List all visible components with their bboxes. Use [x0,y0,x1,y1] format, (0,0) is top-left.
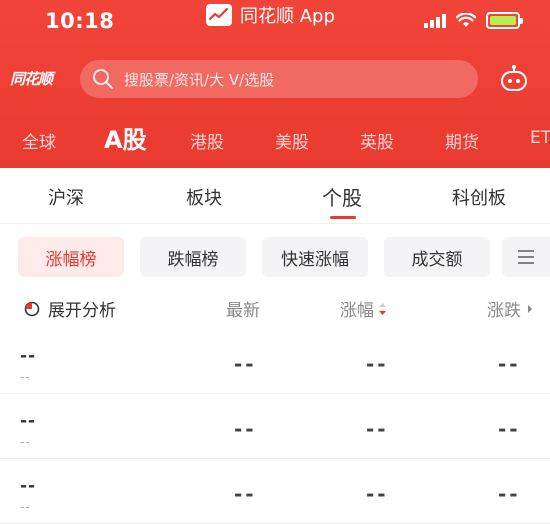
table-header: 展开分析 最新 涨幅 涨跌 [0,286,550,326]
sub-tabs: 沪深 板块 个股 科创板 [0,168,550,224]
chip-top-gainers[interactable]: 涨幅榜 [18,237,124,277]
stock-code: -- [20,370,31,384]
cellular-signal-icon [424,13,446,28]
more-filters-button[interactable] [502,237,550,277]
battery-icon [486,12,523,29]
change-pct-value: -- [366,417,389,441]
subtab-stocks[interactable]: 个股 [322,182,362,211]
app-header: 10:18 同花顺 App 同花顺 搜股票/资讯/大 V/选股 全球 A股 港股… [0,0,550,168]
search-icon [93,69,113,89]
expand-analysis-label: 展开分析 [48,301,116,321]
tab-a-shares[interactable]: A股 [104,120,147,155]
table-row[interactable]: -- -- -- -- -- [0,330,550,394]
search-placeholder: 搜股票/资讯/大 V/选股 [124,70,275,89]
table-row[interactable]: -- -- -- -- -- [0,460,550,524]
active-tab-indicator [330,216,356,219]
expand-analysis-toggle[interactable]: 展开分析 [24,296,116,321]
subtab-star-market[interactable]: 科创板 [452,184,506,210]
subtab-sectors[interactable]: 板块 [186,184,222,210]
latest-price: -- [234,352,257,376]
app-name: 同花顺 App [240,6,335,27]
chip-top-losers[interactable]: 跌幅榜 [140,237,246,277]
tab-global[interactable]: 全球 [22,128,56,153]
latest-price: -- [234,417,257,441]
sort-icon [379,302,386,315]
status-time: 10:18 [45,9,115,33]
chip-turnover[interactable]: 成交额 [384,237,490,277]
chip-fast-rise[interactable]: 快速涨幅 [262,237,368,277]
stock-name: -- [20,346,37,366]
tab-hk-shares[interactable]: 港股 [190,128,224,153]
column-change-label: 涨跌 [487,301,521,321]
subtab-hushen[interactable]: 沪深 [48,184,84,210]
chevron-right-icon [528,304,532,313]
tab-etf[interactable]: ET [530,128,550,148]
column-change[interactable]: 涨跌 [487,296,533,321]
column-change-pct[interactable]: 涨幅 [340,296,387,321]
column-change-pct-label: 涨幅 [340,301,374,321]
pie-chart-icon [24,301,40,316]
status-icons [424,12,523,29]
app-title-pill: 同花顺 App [206,2,335,28]
latest-price: -- [234,482,257,506]
change-pct-value: -- [366,482,389,506]
robot-assistant-icon[interactable] [500,64,528,94]
change-value: -- [498,417,521,441]
market-tabs: 全球 A股 港股 美股 英股 期货 ET [0,118,550,158]
search-input[interactable]: 搜股票/资讯/大 V/选股 [80,60,478,98]
table-row[interactable]: -- -- -- -- -- [0,395,550,459]
stock-name: -- [20,411,37,431]
app-logo-icon [206,4,232,26]
brand-logo: 同花顺 [10,70,53,88]
menu-icon [518,250,534,264]
column-latest[interactable]: 最新 [226,296,260,321]
change-value: -- [498,482,521,506]
change-value: -- [498,352,521,376]
wifi-icon [456,13,476,27]
tab-uk-shares[interactable]: 英股 [360,128,394,153]
stock-code: -- [20,500,31,514]
stock-code: -- [20,435,31,449]
stock-name: -- [20,476,37,496]
tab-us-shares[interactable]: 美股 [275,128,309,153]
change-pct-value: -- [366,352,389,376]
tab-futures[interactable]: 期货 [445,128,479,153]
